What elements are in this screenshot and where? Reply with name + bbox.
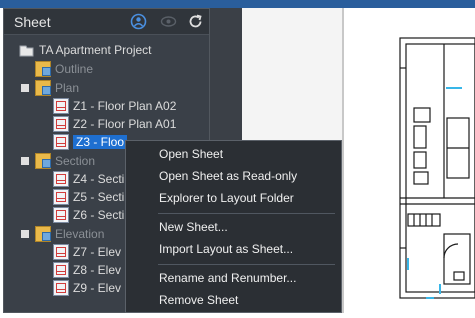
collapse-section-icon[interactable] [21,157,29,165]
sheet-row-z3-selected[interactable]: Z3 - Floo [53,133,128,151]
menu-open-sheet[interactable]: Open Sheet [159,144,223,164]
sheet-row-z8[interactable]: Z8 - Elev [53,261,121,279]
window-top-bar [0,0,475,8]
sheet-icon [53,207,69,223]
elevation-label: Elevation [55,227,105,241]
open-sheet-icon[interactable] [130,13,147,30]
sheet-row-z6[interactable]: Z6 - Secti [53,206,124,224]
menu-new-sheet[interactable]: New Sheet... [159,217,228,237]
elevation-folder-icon [35,226,51,242]
plan-folder-icon [35,80,51,96]
visibility-eye-icon[interactable] [160,13,177,30]
tree-plan-row[interactable]: Plan [21,79,79,97]
plan-label: Plan [55,81,80,95]
sheet-icon [53,116,69,132]
menu-separator [158,264,335,265]
sheet-label: Z4 - Secti [73,172,125,186]
menu-rename-and-renumber[interactable]: Rename and Renumber... [159,268,296,288]
section-label: Section [55,154,96,168]
sheet-icon [53,262,69,278]
sheet-label: Z5 - Secti [73,190,125,204]
panel-header: Sheet [4,9,209,35]
drawing-viewport[interactable] [344,8,475,313]
sheet-row-z5[interactable]: Z5 - Secti [53,188,124,206]
sheet-icon [53,189,69,205]
project-label: TA Apartment Project [39,43,152,57]
floor-plan-drawing [399,37,475,299]
section-folder-icon [35,153,51,169]
sheet-label: Z7 - Elev [73,245,122,259]
menu-import-layout-as-sheet[interactable]: Import Layout as Sheet... [159,239,293,259]
outline-label: Outline [55,62,94,76]
sheet-label: Z2 - Floor Plan A01 [73,117,177,131]
sheet-icon [53,244,69,260]
collapse-plan-icon[interactable] [21,84,29,92]
refresh-icon[interactable] [187,13,204,30]
menu-remove-sheet[interactable]: Remove Sheet [159,290,238,310]
sheet-row-z4[interactable]: Z4 - Secti [53,170,124,188]
sheet-label: Z1 - Floor Plan A02 [73,99,177,113]
tree-section-row[interactable]: Section [21,152,95,170]
sheet-row-z9[interactable]: Z9 - Elev [53,279,121,297]
sheet-icon [53,280,69,296]
sheet-icon [53,134,69,150]
sheet-row-z1[interactable]: Z1 - Floor Plan A02 [53,97,176,115]
sheet-icon [53,98,69,114]
collapse-elevation-icon[interactable] [21,230,29,238]
sheet-icon [53,171,69,187]
menu-open-sheet-read-only[interactable]: Open Sheet as Read-only [159,166,297,186]
tree-outline-row[interactable]: Outline [35,60,93,78]
menu-separator [158,213,335,214]
sheet-label: Z6 - Secti [73,208,125,222]
project-icon [18,42,35,58]
sheet-row-z2[interactable]: Z2 - Floor Plan A01 [53,115,176,133]
sheet-context-menu: Open Sheet Open Sheet as Read-only Explo… [125,140,342,313]
tree-elevation-row[interactable]: Elevation [21,225,104,243]
tree-project-row[interactable]: TA Apartment Project [18,41,152,59]
sheet-label: Z8 - Elev [73,263,122,277]
sheet-label: Z9 - Elev [73,281,122,295]
menu-explorer-to-layout-folder[interactable]: Explorer to Layout Folder [159,188,294,208]
sheet-label: Z3 - Floo [73,135,128,149]
panel-title: Sheet [14,14,51,30]
outline-folder-icon [35,61,51,77]
sheet-row-z7[interactable]: Z7 - Elev [53,243,121,261]
